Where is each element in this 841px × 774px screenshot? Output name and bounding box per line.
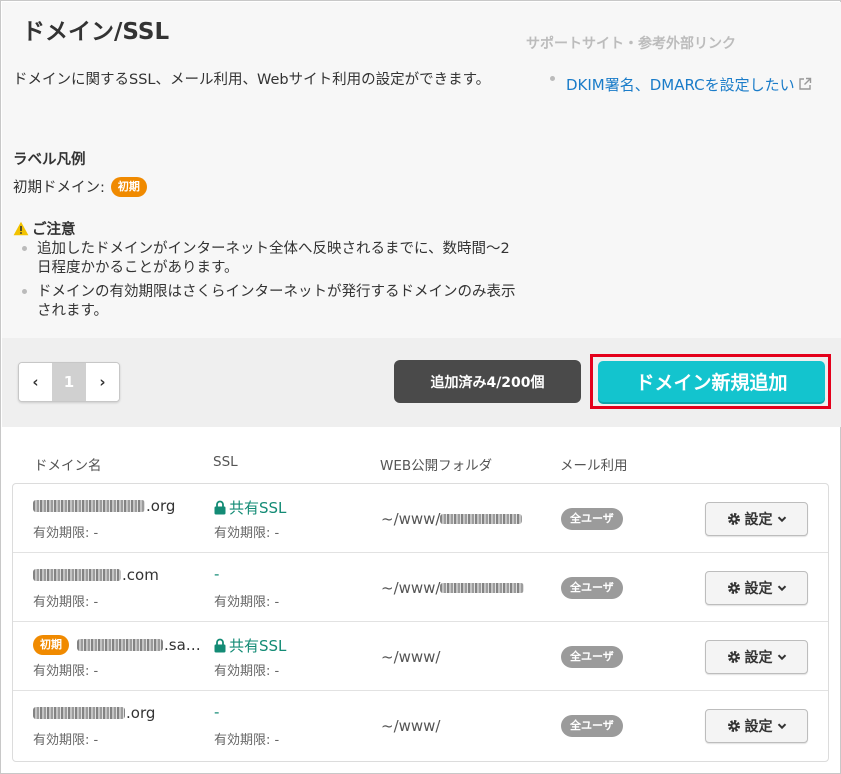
support-link-item: DKIM署名、DMARCを設定したい (550, 74, 812, 95)
dkim-dmarc-link[interactable]: DKIM署名、DMARCを設定したい (566, 74, 795, 95)
warning-icon (13, 221, 29, 236)
redacted-text (440, 514, 523, 524)
domain-suffix: .com (122, 566, 159, 584)
table-row: .org 有効期限: - 共有SSL 有効期限: - ~/www/ 全ユーザ 設… (13, 484, 828, 553)
pagination: ‹ 1 › (18, 362, 120, 402)
ssl-expiry: 有効期限: - (214, 526, 280, 541)
folder-prefix: ~/www/ (381, 510, 441, 528)
info-panel: ドメイン/SSL サポートサイト・参考外部リンク DKIM署名、DMARCを設定… (2, 2, 841, 338)
legend-row: 初期ドメイン: 初期 (13, 176, 147, 197)
ssl-expiry: 有効期限: - (214, 595, 280, 610)
lock-icon (214, 500, 226, 515)
ssl-label: 共有SSL (229, 499, 287, 517)
mail-usage-badge: 全ユーザ (561, 577, 623, 599)
ssl-status[interactable]: - (214, 703, 219, 721)
bullet-icon (550, 76, 555, 81)
folder-prefix: ~/www/ (381, 717, 441, 735)
external-link-icon (798, 77, 811, 90)
web-folder: ~/www/ (381, 717, 440, 735)
table-row: 初期 .sa… 有効期限: - 共有SSL 有効期限: - ~/www/ 全ユー… (13, 622, 828, 691)
expiry-date: 有効期限: - (33, 733, 99, 748)
add-domain-button[interactable]: ドメイン新規追加 (598, 361, 825, 402)
chevron-down-icon (777, 585, 786, 592)
ssl-label: 共有SSL (229, 637, 287, 655)
legend-heading: ラベル凡例 (13, 152, 86, 168)
initial-badge: 初期 (33, 635, 69, 655)
redacted-text (440, 583, 525, 593)
ssl-expiry: 有効期限: - (214, 733, 280, 748)
ssl-status[interactable]: 共有SSL (214, 497, 286, 518)
gear-icon (727, 582, 740, 594)
settings-label: 設定 (744, 512, 773, 528)
domain-suffix: .org (146, 497, 176, 515)
redacted-text (33, 500, 145, 512)
web-folder: ~/www/ (381, 648, 440, 666)
ssl-expiry: 有効期限: - (214, 664, 280, 679)
gear-icon (727, 651, 740, 663)
expiry-date: 有効期限: - (33, 664, 99, 679)
settings-label: 設定 (744, 581, 773, 597)
redacted-text (77, 639, 163, 651)
notice-item: ドメインの有効期限はさくらインターネットが発行するドメインのみ表示されます。 (22, 283, 522, 321)
expiry-date: 有効期限: - (33, 595, 99, 610)
gear-icon (727, 513, 740, 525)
notice-heading-text: ご注意 (32, 222, 76, 238)
settings-label: 設定 (744, 650, 773, 666)
mail-usage-badge: 全ユーザ (561, 508, 623, 530)
domain-count-badge: 追加済み4/200個 (394, 360, 581, 403)
settings-label: 設定 (744, 719, 773, 735)
domain-name[interactable]: 初期 .sa… (33, 635, 201, 655)
folder-prefix: ~/www/ (381, 579, 441, 597)
notice-heading: ご注意 (13, 218, 76, 239)
settings-dropdown-button[interactable]: 設定 (705, 571, 808, 605)
mail-usage-badge: 全ユーザ (561, 646, 623, 668)
domain-name[interactable]: .org (33, 704, 155, 722)
domain-table: .org 有効期限: - 共有SSL 有効期限: - ~/www/ 全ユーザ 設… (12, 483, 829, 762)
notice-item: 追加したドメインがインターネット全体へ反映されるまでに、数時間〜2日程度かかるこ… (22, 240, 522, 278)
expiry-date: 有効期限: - (33, 526, 99, 541)
domain-suffix: .sa… (164, 636, 201, 654)
ssl-status[interactable]: 共有SSL (214, 635, 286, 656)
legend-initial-label: 初期ドメイン: (13, 180, 105, 196)
column-header-mail: メール利用 (560, 458, 628, 474)
table-row: .com 有効期限: - - 有効期限: - ~/www/ 全ユーザ 設定 (13, 553, 828, 622)
domain-name[interactable]: .com (33, 566, 159, 584)
domain-name[interactable]: .org (33, 497, 175, 515)
domain-suffix: .org (126, 704, 156, 722)
column-header-domain: ドメイン名 (34, 458, 102, 474)
support-heading: サポートサイト・参考外部リンク (526, 36, 736, 52)
pagination-prev-button[interactable]: ‹ (19, 363, 52, 401)
column-header-ssl: SSL (213, 454, 238, 470)
settings-dropdown-button[interactable]: 設定 (705, 502, 808, 536)
chevron-down-icon (777, 654, 786, 661)
initial-badge: 初期 (110, 176, 147, 197)
column-header-folder: WEB公開フォルダ (380, 458, 493, 474)
notice-list: 追加したドメインがインターネット全体へ反映されるまでに、数時間〜2日程度かかるこ… (22, 240, 522, 326)
toolbar: ‹ 1 › 追加済み4/200個 ドメイン新規追加 (2, 338, 841, 427)
pagination-next-button[interactable]: › (86, 363, 119, 401)
page-title: ドメイン/SSL (22, 19, 170, 45)
settings-dropdown-button[interactable]: 設定 (705, 640, 808, 674)
page-description: ドメインに関するSSL、メール利用、Webサイト利用の設定ができます。 (13, 72, 491, 88)
chevron-down-icon (777, 723, 786, 730)
web-folder: ~/www/ (381, 510, 523, 528)
folder-prefix: ~/www/ (381, 648, 441, 666)
settings-dropdown-button[interactable]: 設定 (705, 709, 808, 743)
redacted-text (33, 569, 121, 581)
table-row: .org 有効期限: - - 有効期限: - ~/www/ 全ユーザ 設定 (13, 691, 828, 760)
mail-usage-badge: 全ユーザ (561, 715, 623, 737)
pagination-current-page[interactable]: 1 (52, 363, 86, 401)
gear-icon (727, 720, 740, 732)
redacted-text (33, 707, 125, 719)
web-folder: ~/www/ (381, 579, 525, 597)
page-frame: ドメイン/SSL サポートサイト・参考外部リンク DKIM署名、DMARCを設定… (0, 0, 841, 774)
lock-icon (214, 638, 226, 653)
chevron-down-icon (777, 516, 786, 523)
ssl-status[interactable]: - (214, 565, 219, 583)
